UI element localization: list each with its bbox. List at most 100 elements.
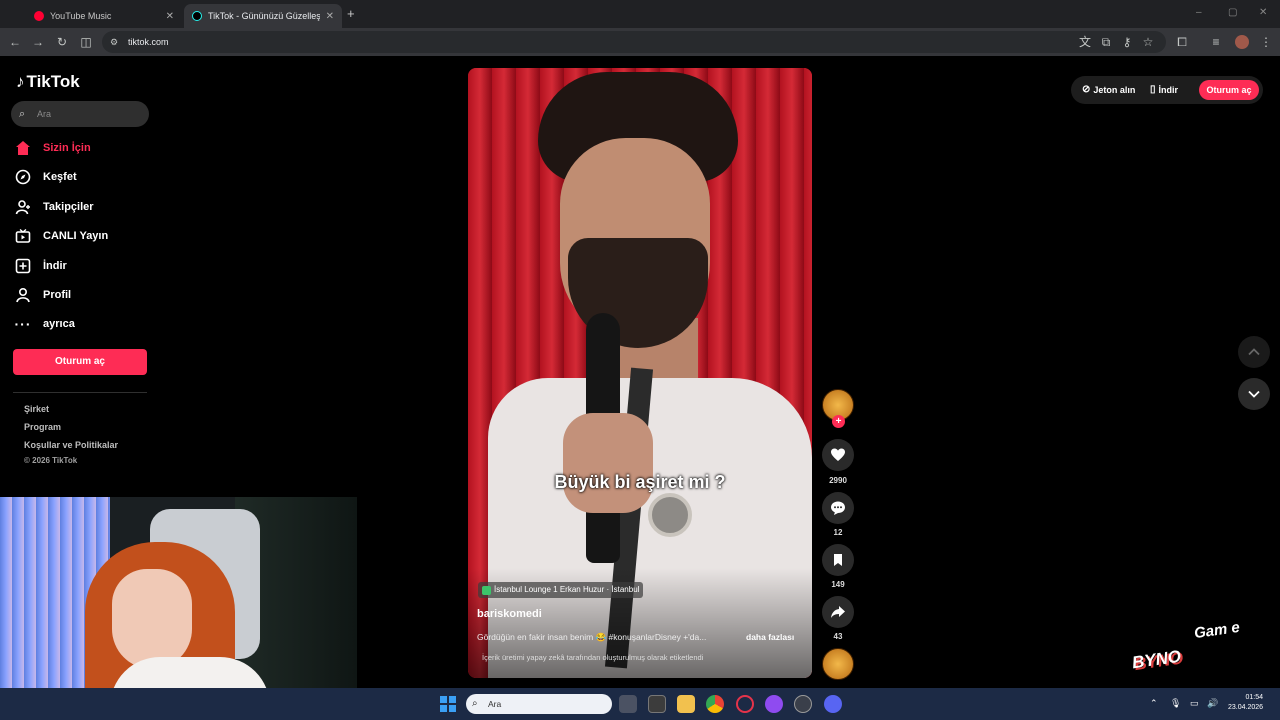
profile-avatar[interactable] [1235,35,1249,49]
bookmark-star-icon[interactable]: ☆ [1140,34,1156,50]
close-window-icon[interactable]: ✕ [1259,7,1267,18]
windows-start-icon[interactable] [440,696,456,712]
like-button[interactable] [822,439,854,471]
chrome-icon[interactable] [706,695,724,713]
start-tile [440,696,447,703]
more-icon: ··· [14,316,32,332]
top-login-button[interactable]: Oturum aç [1199,80,1259,100]
file-explorer-icon[interactable] [677,695,695,713]
coin-icon: ⊘ [1082,84,1091,95]
like-count: 2990 [829,476,847,485]
close-tab-icon[interactable]: ✕ [326,11,334,22]
nav-profile[interactable]: Profil [14,284,71,306]
sidebar-login-button[interactable]: Oturum aç [13,349,147,375]
more-link[interactable]: daha fazlası [746,632,794,642]
reload-icon[interactable]: ↻ [54,34,70,50]
password-key-icon[interactable]: ⚷ [1119,34,1135,50]
windows-taskbar [0,688,1280,720]
download-app-button[interactable]: ▯ İndir [1150,84,1178,95]
store-icon[interactable] [648,695,666,713]
tiktok-note-icon: ♪ [16,72,25,91]
followers-icon [14,198,32,216]
discord-icon[interactable] [824,695,842,713]
nav-live[interactable]: CANLI Yayın [14,225,108,247]
nav-followers[interactable]: Takipçiler [14,196,94,218]
share-arrow-icon [831,606,845,618]
location-pin-icon [482,585,491,595]
tiktok-logo[interactable]: ♪ TikTok [16,72,80,92]
tray-chevron-up-icon[interactable]: ⌃ [1150,698,1158,709]
next-video-button[interactable] [1238,378,1270,410]
footer-link-terms[interactable]: Koşullar ve Politikalar [24,440,118,450]
extensions-icon[interactable]: ⧠ [1174,34,1190,50]
profile-icon [14,286,32,304]
share-count: 43 [833,632,843,641]
search-icon: ⌕ [472,698,478,709]
tiktok-icon [192,11,202,21]
taskbar-search-input[interactable]: ⌕ Ara [466,694,612,714]
translate-icon[interactable]: 文 [1077,34,1093,50]
tab-youtube-music[interactable]: YouTube Music ✕ [26,4,182,28]
start-tile [449,705,456,712]
copyright: © 2026 TikTok [24,456,78,465]
footer-link-program[interactable]: Program [24,422,61,432]
app-icon[interactable] [794,695,812,713]
start-tile [440,705,447,712]
site-info-icon[interactable]: ⚙ [110,31,118,53]
phone-icon: ▯ [1150,84,1156,95]
share-button[interactable] [822,596,854,628]
forward-icon[interactable]: → [30,34,46,50]
split-view-icon[interactable]: ◫ [78,34,94,50]
maximize-icon[interactable]: ▢ [1228,7,1237,18]
location-tag[interactable]: İstanbul Lounge 1 Erkan Huzur · İstanbul [478,582,644,598]
video-player[interactable]: Büyük bi aşiret mi ? İstanbul Lounge 1 E… [468,68,812,678]
video-caption: Gördüğün en fakir insan benim 😂 #konuşan… [477,632,707,642]
bookmark-icon [834,554,842,566]
address-bar[interactable]: ⚙ tiktok.com [102,31,1166,53]
app-icon[interactable] [765,695,783,713]
nav-explore[interactable]: Keşfet [14,166,77,188]
ai-content-label: İçerik üretimi yapay zekâ tarafından olu… [482,653,704,662]
task-view-icon[interactable] [619,695,637,713]
close-tab-icon[interactable]: ✕ [166,11,174,22]
minimize-icon[interactable]: – [1196,7,1202,18]
media-control-icon[interactable]: ≡ [1208,34,1224,50]
install-icon[interactable]: ⧉ [1098,34,1114,50]
webcam-detail [112,569,192,669]
tab-tiktok[interactable]: TikTok - Gününüzü Güzelleştirin ✕ [184,4,342,28]
menu-kebab-icon[interactable]: ⋮ [1258,34,1274,50]
taskbar-clock[interactable]: 01:54 23.04.2026 [1228,693,1263,713]
microphone-icon[interactable]: 🎙 [1170,698,1181,709]
video-frame-detail [563,413,653,513]
video-subtitle: Büyük bi aşiret mi ? [554,472,726,492]
heart-icon [831,448,845,461]
back-icon[interactable]: ← [7,34,23,50]
nav-more[interactable]: ··· ayrıca [14,313,75,335]
get-coins-button[interactable]: ⊘ Jeton alın [1082,84,1135,95]
footer-link-company[interactable]: Şirket [24,404,49,414]
nav-for-you[interactable]: Sizin İçin [14,137,91,159]
chevron-down-icon [1248,390,1260,398]
webcam-overlay [0,497,357,720]
clock-date: 23.04.2026 [1228,704,1264,711]
comment-count: 12 [833,528,843,537]
chevron-up-icon [1248,348,1260,356]
comment-button[interactable] [822,492,854,524]
follow-plus-icon[interactable]: + [832,415,845,428]
sound-disc-avatar[interactable] [822,648,854,680]
nav-download[interactable]: İndir [14,255,67,277]
save-count: 149 [831,580,845,589]
new-tab-icon[interactable]: + [347,6,355,21]
search-icon: ⌕ [19,108,26,120]
video-author[interactable]: bariskomedi [477,608,542,620]
previous-video-button[interactable] [1238,336,1270,368]
volume-icon[interactable]: 🔊 [1207,698,1218,709]
video-frame-detail [648,493,692,537]
youtube-music-icon [34,11,44,21]
save-button[interactable] [822,544,854,576]
opera-icon[interactable] [736,695,754,713]
network-icon[interactable]: ▭ [1190,698,1199,709]
home-icon [14,139,32,157]
start-tile [449,696,456,703]
search-input[interactable]: ⌕ Ara [11,101,149,127]
